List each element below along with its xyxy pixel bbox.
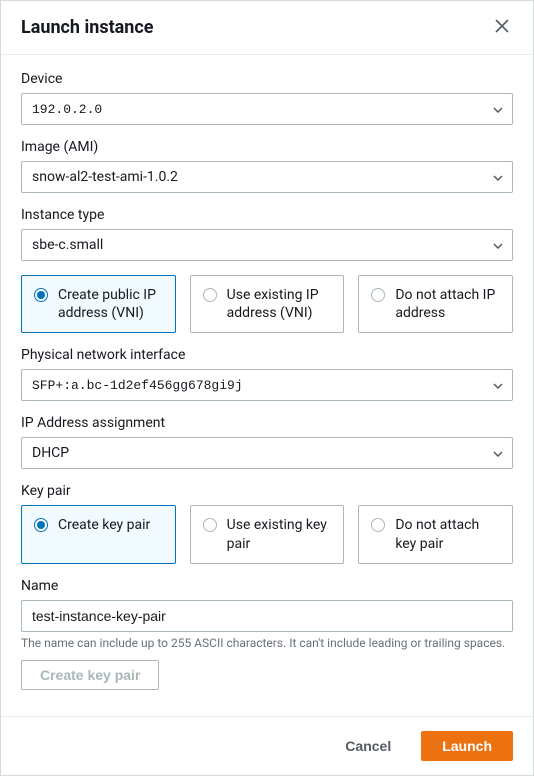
- keypair-radio-existing[interactable]: Use existing key pair: [190, 505, 345, 563]
- instance-type-select[interactable]: sbe-c.small: [21, 229, 513, 261]
- physical-interface-value: SFP+:a.bc-1d2ef456gg678gi9j: [32, 378, 243, 393]
- ip-assignment-field: IP Address assignment DHCP: [21, 415, 513, 469]
- ip-radio-create[interactable]: Create public IP address (VNI): [21, 275, 176, 333]
- radio-icon: [371, 288, 385, 302]
- modal-header: Launch instance: [1, 1, 533, 55]
- instance-type-field: Instance type sbe-c.small: [21, 207, 513, 261]
- name-field: Name The name can include up to 255 ASCI…: [21, 578, 513, 690]
- ip-radio-none[interactable]: Do not attach IP address: [358, 275, 513, 333]
- image-select[interactable]: snow-al2-test-ami-1.0.2: [21, 161, 513, 193]
- device-select[interactable]: 192.0.2.0: [21, 93, 513, 125]
- keypair-radio-create-label: Create key pair: [58, 516, 150, 534]
- instance-type-value: sbe-c.small: [32, 237, 103, 253]
- radio-icon: [203, 288, 217, 302]
- close-icon: [495, 19, 509, 36]
- physical-interface-select[interactable]: SFP+:a.bc-1d2ef456gg678gi9j: [21, 369, 513, 401]
- modal-content: Device 192.0.2.0 Image (AMI) snow-al2-te…: [1, 55, 533, 716]
- radio-icon: [371, 518, 385, 532]
- radio-icon: [34, 518, 48, 532]
- ip-radio-create-label: Create public IP address (VNI): [58, 286, 163, 322]
- instance-type-label: Instance type: [21, 207, 513, 223]
- device-field: Device 192.0.2.0: [21, 71, 513, 125]
- image-label: Image (AMI): [21, 139, 513, 155]
- modal-footer: Cancel Launch: [1, 716, 533, 775]
- ip-radio-none-label: Do not attach IP address: [395, 286, 500, 322]
- radio-icon: [203, 518, 217, 532]
- name-label: Name: [21, 578, 513, 594]
- image-value: snow-al2-test-ami-1.0.2: [32, 169, 178, 185]
- cancel-button[interactable]: Cancel: [325, 731, 411, 761]
- ip-radio-group: Create public IP address (VNI) Use exist…: [21, 275, 513, 333]
- image-field: Image (AMI) snow-al2-test-ami-1.0.2: [21, 139, 513, 193]
- keypair-radio-none-label: Do not attach key pair: [395, 516, 500, 552]
- ip-assignment-value: DHCP: [32, 445, 69, 461]
- physical-interface-label: Physical network interface: [21, 347, 513, 363]
- keypair-label: Key pair: [21, 483, 513, 499]
- name-helper: The name can include up to 255 ASCII cha…: [21, 636, 513, 650]
- keypair-field: Key pair Create key pair Use existing ke…: [21, 483, 513, 563]
- keypair-radio-existing-label: Use existing key pair: [227, 516, 332, 552]
- ip-radio-existing[interactable]: Use existing IP address (VNI): [190, 275, 345, 333]
- physical-interface-field: Physical network interface SFP+:a.bc-1d2…: [21, 347, 513, 401]
- ip-assignment-select[interactable]: DHCP: [21, 437, 513, 469]
- device-value: 192.0.2.0: [32, 102, 102, 117]
- keypair-radio-none[interactable]: Do not attach key pair: [358, 505, 513, 563]
- launch-button[interactable]: Launch: [421, 731, 513, 761]
- radio-icon: [34, 288, 48, 302]
- ip-radio-existing-label: Use existing IP address (VNI): [227, 286, 332, 322]
- keypair-radio-create[interactable]: Create key pair: [21, 505, 176, 563]
- name-input[interactable]: [21, 600, 513, 632]
- modal-title: Launch instance: [21, 17, 154, 38]
- device-label: Device: [21, 71, 513, 87]
- create-keypair-button[interactable]: Create key pair: [21, 660, 159, 690]
- launch-instance-modal: Launch instance Device 192.0.2.0 Image (…: [0, 0, 534, 776]
- close-button[interactable]: [491, 15, 513, 40]
- ip-assignment-label: IP Address assignment: [21, 415, 513, 431]
